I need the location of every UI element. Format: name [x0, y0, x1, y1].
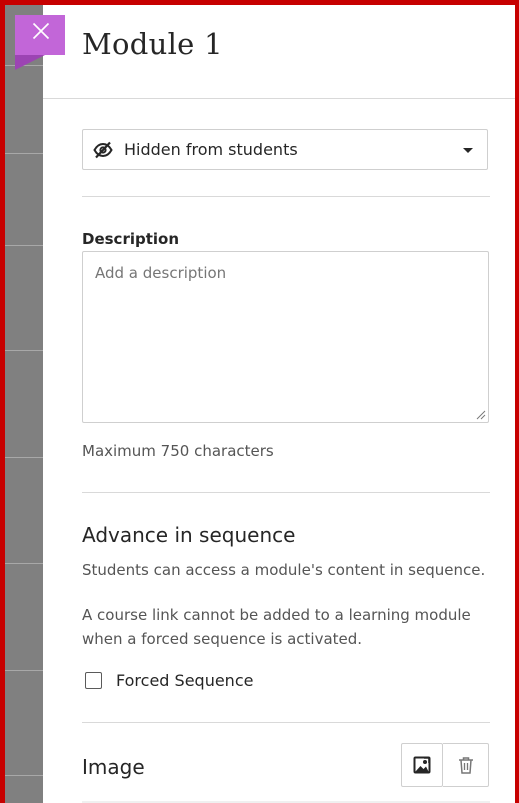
image-icon: [413, 756, 431, 774]
advance-in-sequence-heading: Advance in sequence: [82, 523, 296, 547]
page-backdrop: [5, 5, 43, 803]
description-character-limit: Maximum 750 characters: [82, 442, 274, 460]
close-button[interactable]: [15, 15, 65, 70]
page-title: Module 1: [82, 27, 223, 61]
close-icon: [32, 22, 50, 40]
description-label: Description: [82, 230, 180, 248]
sequence-description: Students can access a module's content i…: [82, 561, 486, 579]
section-divider: [82, 492, 490, 493]
backdrop-divider: [5, 153, 43, 154]
backdrop-divider: [5, 775, 43, 776]
visibility-dropdown[interactable]: Hidden from students: [82, 129, 488, 170]
backdrop-divider: [5, 563, 43, 564]
upload-image-button[interactable]: [401, 743, 443, 787]
section-divider: [82, 196, 490, 197]
forced-sequence-label: Forced Sequence: [116, 671, 254, 690]
section-divider: [82, 722, 490, 723]
backdrop-divider: [5, 245, 43, 246]
close-tab-fold: [15, 55, 45, 70]
image-heading: Image: [82, 755, 145, 779]
forced-sequence-checkbox[interactable]: [85, 672, 102, 689]
sequence-warning: A course link cannot be added to a learn…: [82, 606, 471, 648]
trash-icon: [458, 757, 473, 774]
resize-handle-icon[interactable]: [476, 410, 486, 420]
description-textarea[interactable]: [82, 251, 489, 423]
eye-slash-icon: [93, 141, 113, 159]
backdrop-divider: [5, 670, 43, 671]
backdrop-divider: [5, 350, 43, 351]
visibility-value: Hidden from students: [124, 140, 298, 159]
panel-frame: Module 1 Hidden from students Descriptio…: [0, 0, 519, 803]
header-divider: [43, 98, 515, 99]
delete-image-button[interactable]: [443, 743, 489, 787]
backdrop-divider: [5, 457, 43, 458]
module-settings-panel: Module 1 Hidden from students Descriptio…: [43, 5, 515, 803]
chevron-down-icon: [463, 148, 473, 153]
